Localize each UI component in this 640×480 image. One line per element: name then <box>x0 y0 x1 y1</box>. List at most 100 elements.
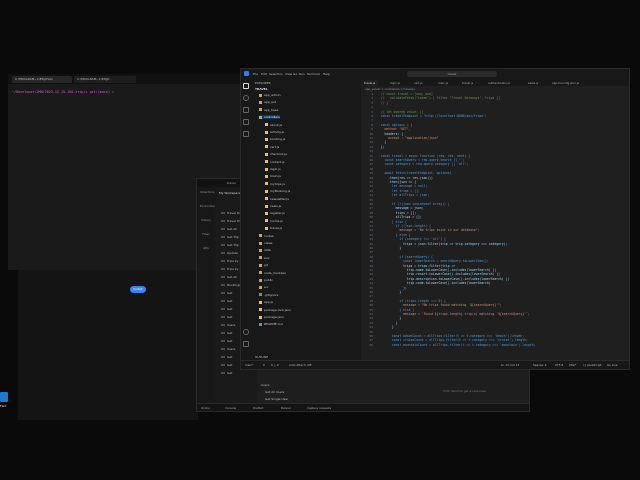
code-line[interactable]: let message = null; <box>377 184 427 188</box>
code-line[interactable]: const lowerSearch = searchQuery.toLowerC… <box>377 259 489 263</box>
file-tree-item[interactable]: src <box>259 285 268 289</box>
collection-item[interactable]: Trips by <box>221 259 239 263</box>
file-tree-item[interactable]: package.json <box>259 315 284 319</box>
collection-item[interactable]: Get <box>221 371 232 375</box>
file-tree-item[interactable]: myBooking.js <box>265 189 290 193</box>
code-line[interactable]: allTrips = []; <box>377 215 422 219</box>
code-line[interactable]: const cruiseCount = allTrips.filter(t =>… <box>377 338 528 342</box>
extensions-icon[interactable] <box>243 131 249 137</box>
terminal-tab-2[interactable]: C:\PROGRAM~1\ES\Jit <box>74 76 136 83</box>
collection-item[interactable]: Bookings <box>221 283 241 287</box>
collection-item[interactable]: Trips by <box>221 267 239 271</box>
source-control-icon[interactable] <box>243 107 249 113</box>
code-line[interactable]: } <box>377 246 401 250</box>
code-line[interactable]: } else { <box>377 308 414 312</box>
code-line[interactable]: .then(res => res.json()) <box>377 176 433 180</box>
menu-help[interactable]: Help <box>323 72 330 76</box>
editor-tab[interactable]: cart.js <box>411 80 426 86</box>
code-line[interactable]: trip.code.toLowerCase().includes(lowerSe… <box>377 281 491 285</box>
file-tree-item[interactable]: .gitignore <box>259 293 278 297</box>
breadcrumb[interactable]: app_server > controllers > travel.js <box>365 87 415 91</box>
file-tree-item[interactable]: node_modules <box>259 271 286 275</box>
code-line[interactable]: // const travel = [new, new] <box>377 92 433 96</box>
status-language[interactable]: {} JavaScript <box>583 363 601 367</box>
code-line[interactable]: } <box>377 316 401 320</box>
code-line[interactable]: if (searchQuery) { <box>377 255 433 259</box>
file-tree-item[interactable]: mytrips.js <box>265 182 285 186</box>
collection-item[interactable]: Get <box>221 299 232 303</box>
editor-tab[interactable]: authenticator.js <box>485 80 513 86</box>
status-postbot[interactable]: Postbot <box>253 406 263 410</box>
status-online[interactable]: Online <box>201 406 210 410</box>
collection-item[interactable]: Update <box>221 251 238 255</box>
code-line[interactable]: } <box>377 290 401 294</box>
folder-users[interactable]: Users <box>261 383 269 387</box>
code-line[interactable]: // validateFetch("token") | filter "Trav… <box>377 96 500 100</box>
code-line[interactable]: const searchQuery = req.query.search || … <box>377 158 464 162</box>
code-line[interactable]: const beachCount = allTrips.filter(t => … <box>377 334 524 338</box>
code-line[interactable]: const travel = async function (req, res,… <box>377 154 470 158</box>
status-eol[interactable]: CRLF <box>569 363 576 367</box>
code-line[interactable]: trip.resort.toLowerCase().includes(lower… <box>377 272 500 276</box>
collection-item[interactable]: Get <box>221 291 232 295</box>
file-tree-item[interactable]: rooms.js <box>265 219 283 223</box>
menu-go[interactable]: Go <box>293 72 297 76</box>
status-console[interactable]: Console <box>225 406 236 410</box>
editor-tab[interactable]: travel.js <box>459 80 476 86</box>
menu-file[interactable]: File <box>253 72 258 76</box>
collection-item[interactable]: Get <box>221 355 232 359</box>
file-tree-item[interactable]: data <box>259 248 271 252</box>
code-line[interactable]: method: "GET", <box>377 127 410 131</box>
status-branch[interactable]: main* <box>245 363 253 367</box>
file-tree-item[interactable]: news.js <box>265 204 281 208</box>
code-line[interactable]: } <box>377 321 398 325</box>
status-encoding[interactable]: UTF-8 <box>555 363 563 367</box>
terminal-prompt[interactable]: ~/Developer/JMN/2023-12-15-JKO-trip/+ gi… <box>12 90 114 94</box>
code-line[interactable]: .then(json => { <box>377 180 416 184</box>
code-line[interactable]: if (!(json instanceof Array)) { <box>377 202 450 206</box>
status-problems[interactable]: 0 △ 0 <box>271 363 279 367</box>
code-line[interactable]: // let myprod value: [] <box>377 110 424 114</box>
status-auto-attach[interactable]: Auto Attach: Off <box>289 363 311 367</box>
code-line[interactable]: let allTrips = json; <box>377 193 429 197</box>
code-line[interactable]: await fetch(travelEndpoint, options) <box>377 171 451 175</box>
code-line[interactable]: let trips = []; <box>377 189 420 193</box>
collection-item[interactable]: Get <box>221 331 232 335</box>
code-editor[interactable]: travel.js login.js cart.js main.js trave… <box>361 79 629 361</box>
menu-view[interactable]: View <box>285 72 292 76</box>
menu-selection[interactable]: Selection <box>269 72 283 76</box>
file-tree-item[interactable]: about.js <box>265 123 282 127</box>
editor-tab[interactable]: login.js <box>387 80 403 86</box>
code-line[interactable]: ); <box>377 286 407 290</box>
collection-item[interactable]: Get Trip <box>221 235 239 239</box>
status-sync[interactable]: 0 <box>263 363 265 367</box>
account-icon[interactable] <box>243 329 249 335</box>
code-line[interactable]: message = "No trips exist in our databas… <box>377 228 479 232</box>
code-line[interactable]: } <box>377 140 386 144</box>
outline-section[interactable]: OUTLINE <box>255 355 268 359</box>
code-line[interactable]: message = `Found ${trips.length} trip(s)… <box>377 312 530 316</box>
collection-item[interactable]: Get <box>221 363 232 367</box>
code-line[interactable]: trip.description.toLowerCase().includes(… <box>377 277 509 281</box>
nav-environments[interactable]: Environments <box>200 205 218 208</box>
request-get-single-user[interactable]: Get Single User <box>265 397 288 401</box>
collection-item[interactable]: Get <box>221 307 232 311</box>
code-line[interactable]: trip.name.toLowerCase().includes(lowerSe… <box>377 268 496 272</box>
status-indent[interactable]: Spaces: 4 <box>533 363 547 367</box>
code-line[interactable]: const mountainCount = allTrips.filter(t … <box>377 343 535 347</box>
code-line[interactable]: if (category !== 'all') { <box>377 237 446 241</box>
terminal-tab-1[interactable]: C:\PROGRAM~1\ES\Jit\bin <box>12 76 72 83</box>
file-tree-item[interactable]: booking.js <box>265 137 285 141</box>
nav-collections[interactable]: Collections <box>200 191 214 194</box>
status-capture[interactable]: Capture requests <box>307 406 331 410</box>
code-line[interactable]: } else { <box>377 233 411 237</box>
explorer-icon[interactable] <box>243 83 249 89</box>
code-line[interactable]: if (trips.length === 0) { <box>377 299 446 303</box>
file-tree-item[interactable]: register.js <box>265 211 285 215</box>
collection-item[interactable]: Get Trip <box>221 243 239 247</box>
editor-tab[interactable]: main.js <box>435 80 451 86</box>
editor-tab-active[interactable]: travel.js <box>361 80 379 86</box>
file-tree-item[interactable]: newsletter.js <box>265 197 289 201</box>
file-tree-item[interactable]: views <box>259 241 272 245</box>
menu-terminal[interactable]: Terminal <box>307 72 320 76</box>
